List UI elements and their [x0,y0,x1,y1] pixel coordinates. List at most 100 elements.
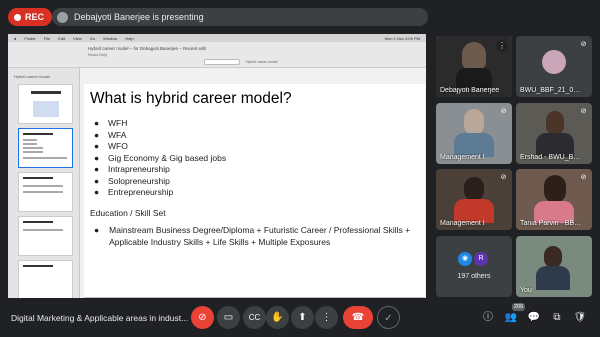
bullet-text: Solopreneurship [108,175,170,186]
mac-menu-bar: ● Finder File Edit View Go Window Help M… [8,34,426,42]
people-icon[interactable]: 👥 [504,311,518,325]
slide-thumbnail [18,84,73,124]
bullet-dot: ● [94,141,100,151]
presenting-banner[interactable]: Debajyoti Banerjee is presenting [52,8,428,26]
document-title: Hybrid career model – for Debajyoti Bane… [88,46,206,51]
mic-off-icon[interactable]: ⊘ [191,306,214,329]
mac-clock: Mon 1 Nov 4:09 PM [384,35,420,41]
hang-up-icon[interactable]: ☎ [343,306,373,329]
bullet-text: WFA [108,129,127,140]
participant-tile[interactable]: ⊘ Management I [436,169,512,230]
menu-item: File [43,35,51,41]
person-shoulders [536,266,570,290]
current-slide: What is hybrid career model? ● WFH ● WFA ●… [84,84,425,298]
thumb-line [23,151,43,153]
thumb-line [23,265,53,267]
menu-item: Edit [58,35,66,41]
participant-name: Ershad - BWU_BBF ... [520,154,582,161]
mic-off-icon: ⊘ [580,108,587,115]
bullet-dot: ● [94,118,100,128]
person-silhouette [464,109,484,135]
thumb-line [23,147,43,149]
slide-thumbnail-active [18,128,73,168]
participant-tile[interactable]: ⊘ Tania Parvin - BBF ... [516,169,592,230]
bullet-item: ● Intrapreneurship [94,164,226,176]
thumb-image [33,101,59,117]
thumb-line [23,133,53,135]
toolbar-doc-name: Hybrid career model [246,60,278,64]
participant-tile[interactable]: ⊘ Management I [436,103,512,164]
slide-thumbnail [18,260,73,298]
presenter-text: Debajyoti Banerjee is presenting [74,12,204,22]
person-shoulders [456,68,492,88]
camera-icon[interactable]: ▭ [217,306,240,329]
participant-name: Debajyoti Banerjee [440,87,500,94]
chat-icon[interactable]: 💬 [527,311,541,325]
participant-tile[interactable]: ⊘ Ershad - BWU_BBF ... [516,103,592,164]
bullet-dot: ● [94,225,100,235]
record-dot-icon [14,13,21,21]
mic-off-icon: ⊘ [580,41,587,48]
menu-item: Go [89,35,96,41]
bullet-dot: ● [94,187,100,197]
apple-icon: ● [14,35,17,41]
menu-item: Help [125,35,134,41]
bullet-list: ● WFH ● WFA ● WFO ● Gig Economy & Gig based … [94,118,226,199]
self-tile[interactable]: You [516,236,592,297]
bullet-text: Mainstream Business Degree/Diploma + Fut… [109,225,411,247]
participant-name: Tania Parvin - BBF ... [520,220,582,227]
slide-title: What is hybrid career model? [90,90,292,107]
more-options-icon[interactable]: ⋮ [315,306,338,329]
person-silhouette [464,177,484,201]
captions-icon[interactable]: CC [243,306,266,329]
participant-tile[interactable]: ⋮ Debajyoti Banerjee [436,36,512,97]
more-options-icon[interactable]: ⋮ [496,40,508,52]
info-icon[interactable]: ⓘ [481,311,495,325]
bullet-item: ● WFA [94,130,226,142]
presenter-avatar [57,11,68,23]
document-subtitle: Read-Only [88,52,108,57]
mic-off-icon: ⊘ [580,174,587,181]
slide-thumbnail [18,172,73,212]
bullet-text: Gig Economy & Gig based jobs [108,152,227,163]
others-count: 197 others [457,273,491,280]
menu-item: Window [103,35,118,41]
mic-off-icon: ⊘ [500,174,507,181]
thumb-line [23,157,67,159]
recording-badge: REC [8,8,53,26]
bullet-dot: ● [94,164,100,174]
present-icon[interactable]: ⬆ [291,306,314,329]
panel-header: Hybrid career model [14,74,51,79]
slide-thumbnail-panel: Hybrid career model [8,68,80,298]
participant-name: Management I [440,220,485,227]
check-icon[interactable]: ✓ [377,306,400,329]
others-tile[interactable]: ◉ R 197 others [436,236,512,297]
shared-screen: ● Finder File Edit View Go Window Help M… [8,34,426,298]
avatar: R [474,252,488,266]
activities-icon[interactable]: ⧉ [550,311,564,325]
bullet-item: ● Solopreneurship [94,176,226,188]
bullet-text: WFO [108,141,128,151]
bullet-item: ● Gig Economy & Gig based jobs [94,153,226,165]
participant-name: BWU_BBF_21_011 ... [520,87,582,94]
thumb-line [23,143,37,145]
thumb-line [23,185,63,187]
participant-tile[interactable]: ⊘ BWU_BBF_21_011 ... [516,36,592,97]
mic-off-icon: ⊘ [500,108,507,115]
thumb-line [23,229,63,231]
participant-name: You [520,287,532,294]
host-controls-icon[interactable]: 🛡 [573,311,587,325]
bullet-text: WFH [108,118,128,128]
rec-label: REC [25,12,45,22]
raise-hand-icon[interactable]: ✋ [266,306,289,329]
bullet-item: ● WFH [94,118,226,130]
toolbar-search [204,59,240,65]
thumb-line [23,191,63,193]
bullet-dot: ● [94,152,100,163]
avatar [542,50,566,74]
bullet-dot: ● [94,175,100,186]
bullet-item: ● WFO [94,141,226,153]
bullet-dot: ● [94,129,100,140]
menu-item: View [73,35,82,41]
person-silhouette [544,246,562,268]
